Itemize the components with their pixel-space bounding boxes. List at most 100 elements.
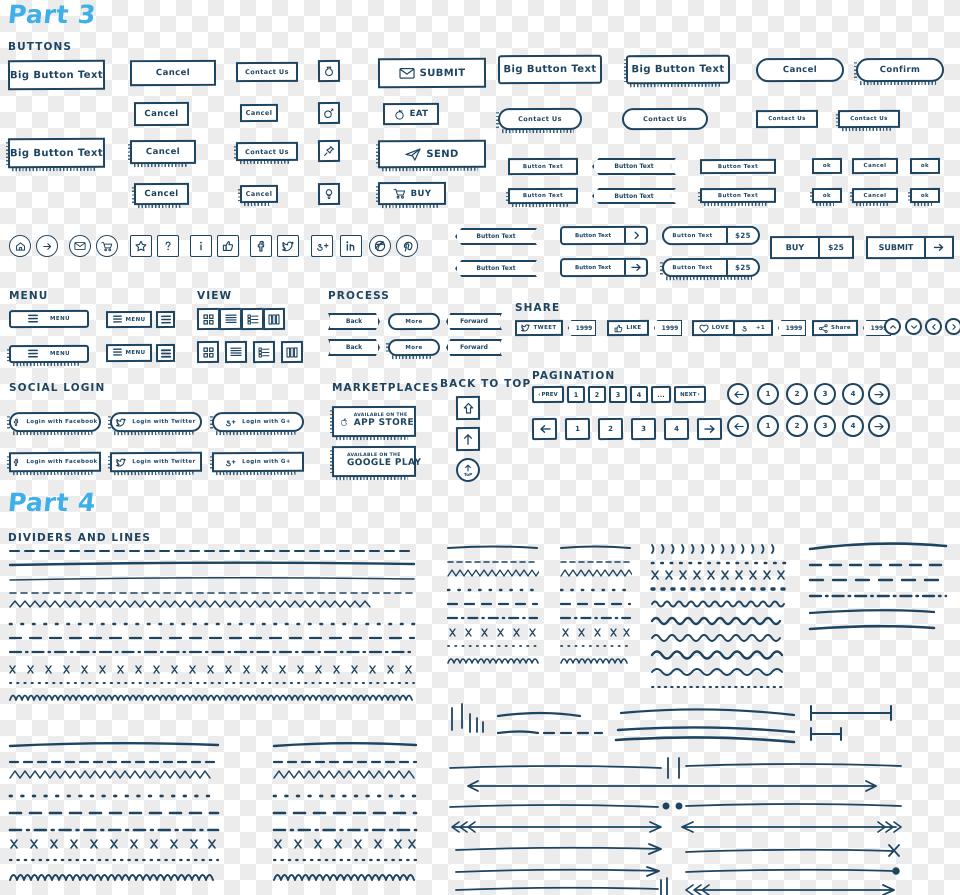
button-text-flat[interactable]: Button Text: [699, 158, 777, 175]
process-more-button-sketch[interactable]: More: [387, 338, 441, 357]
gplus-one-button[interactable]: +1: [732, 319, 774, 337]
cancel-button-pill[interactable]: Cancel: [755, 57, 845, 83]
process-forward-button[interactable]: Forward: [446, 313, 502, 330]
login-gplus-button-pill[interactable]: Login with G+: [211, 411, 305, 433]
ok-button[interactable]: ok: [811, 157, 843, 175]
cancel-button[interactable]: Cancel: [129, 59, 217, 87]
ok-button-2-sketch[interactable]: ok: [909, 187, 941, 204]
money-bag-icon-button[interactable]: [317, 59, 341, 83]
pagination-circle-3-b[interactable]: 3: [813, 414, 837, 438]
big-button[interactable]: Big Button Text: [7, 59, 106, 91]
star-icon-button[interactable]: [130, 235, 152, 257]
chevron-right-circle-button[interactable]: [944, 317, 960, 336]
button-text-chevron-price-row[interactable]: Button Text: [455, 228, 537, 245]
pagination-page-2[interactable]: 2: [587, 385, 607, 404]
menu-icon-button[interactable]: [155, 310, 176, 329]
contact-us-pill-sketch[interactable]: Contact Us: [497, 107, 583, 131]
view-columns-button-sketch[interactable]: [280, 340, 304, 364]
pin-icon-button[interactable]: [317, 139, 341, 163]
menu-button-compact[interactable]: MENU: [105, 310, 153, 329]
process-forward-button-sketch[interactable]: Forward: [446, 339, 502, 356]
cancel-button-sketch[interactable]: Cancel: [129, 139, 197, 165]
login-gplus-button-rect[interactable]: Login with G+: [211, 451, 305, 473]
login-twitter-button-pill[interactable]: Login with Twitter: [109, 411, 203, 433]
login-twitter-button-rect[interactable]: Login with Twitter: [109, 451, 203, 473]
google-play-badge[interactable]: AVAILABLE ON THE GOOGLE PLAY: [331, 445, 421, 478]
view-columns-button[interactable]: [262, 307, 286, 331]
login-facebook-button-rect[interactable]: Login with Facebook: [8, 451, 102, 473]
pagination-page-1-large[interactable]: 1: [564, 417, 591, 441]
contact-us-rect-sketch[interactable]: Contact Us: [837, 109, 901, 129]
cancel-button-tiny-sketch[interactable]: Cancel: [239, 184, 279, 204]
pagination-page-2-large[interactable]: 2: [597, 417, 624, 441]
pagination-circle-2-b[interactable]: 2: [785, 414, 809, 438]
view-grid-button[interactable]: [196, 307, 220, 331]
button-text-arrow-split[interactable]: Button Text: [559, 225, 649, 246]
facebook-icon-button[interactable]: [250, 235, 272, 257]
button-text-arrow-split-sketch[interactable]: Button Text: [559, 257, 649, 278]
menu-button-wide-sketch[interactable]: MENU: [8, 344, 90, 364]
view-list-button[interactable]: [218, 307, 242, 331]
login-facebook-button-pill[interactable]: Login with Facebook: [8, 411, 102, 433]
question-icon-button[interactable]: [157, 235, 179, 257]
buy-price-button[interactable]: BUY $25: [769, 235, 855, 260]
pagination-circle-3[interactable]: 3: [813, 382, 837, 406]
button-text-price-sketch[interactable]: Button Text $25: [661, 257, 761, 278]
home-icon-button[interactable]: [9, 235, 31, 257]
arrow-right-circle-icon-button[interactable]: [36, 235, 58, 257]
google-plus-icon-button[interactable]: [311, 235, 333, 257]
like-button[interactable]: LIKE: [606, 319, 650, 337]
button-text-rect[interactable]: Button Text: [507, 157, 579, 176]
back-to-top-fat-arrow-button[interactable]: [455, 395, 481, 421]
app-store-badge[interactable]: AVAILABLE ON THE APP STORE: [331, 405, 417, 438]
ok-button-sketch[interactable]: ok: [811, 187, 843, 204]
cancel-button-mini-sketch[interactable]: Cancel: [851, 187, 899, 204]
pagination-arrow-right-button[interactable]: [696, 417, 723, 441]
process-more-button[interactable]: More: [387, 312, 441, 331]
menu-button-compact-2[interactable]: MENU: [105, 343, 153, 363]
eat-button[interactable]: EAT: [382, 102, 440, 126]
menu-icon-button-2[interactable]: [155, 343, 176, 363]
pagination-arrow-left-button[interactable]: [531, 417, 558, 441]
submit-arrow-button[interactable]: SUBMIT: [865, 235, 955, 260]
twitter-icon-button[interactable]: [277, 235, 299, 257]
pagination-circle-arrow-right[interactable]: [867, 382, 891, 406]
linkedin-icon-button[interactable]: [340, 235, 362, 257]
contact-us-pill[interactable]: Contact Us: [621, 107, 709, 131]
menu-button-wide[interactable]: MENU: [8, 309, 90, 329]
pagination-circle-arrow-left[interactable]: [726, 382, 750, 406]
thumbs-up-icon-button[interactable]: [217, 235, 239, 257]
pagination-ellipsis[interactable]: ...: [650, 385, 672, 404]
back-to-top-circle-button[interactable]: ToP: [455, 457, 481, 483]
tweet-button[interactable]: TWEET: [514, 319, 564, 337]
button-text-chevron-price-row-2[interactable]: Button Text: [455, 260, 537, 277]
pagination-circle-2[interactable]: 2: [785, 382, 809, 406]
pagination-circle-4[interactable]: 4: [841, 382, 865, 406]
envelope-icon-button[interactable]: [69, 235, 91, 257]
cancel-button-sketch-small[interactable]: Cancel: [133, 182, 190, 206]
send-button[interactable]: SEND: [377, 139, 487, 169]
chevron-up-circle-button[interactable]: [883, 317, 902, 336]
chevron-down-circle-button[interactable]: [904, 317, 923, 336]
pagination-circle-arrow-left-2[interactable]: [726, 414, 750, 438]
pagination-next-button[interactable]: NEXT ›: [673, 385, 707, 404]
button-text-flat-sketch[interactable]: Button Text: [699, 187, 777, 204]
confirm-button-pill[interactable]: Confirm: [855, 57, 945, 83]
pagination-circle-1[interactable]: 1: [756, 382, 780, 406]
pagination-prev-button[interactable]: ‹ PREV: [531, 385, 565, 404]
share-button[interactable]: Share: [811, 319, 859, 337]
pagination-page-4-large[interactable]: 4: [663, 417, 690, 441]
bulb-icon-button[interactable]: [317, 182, 341, 206]
pagination-page-1[interactable]: 1: [566, 385, 586, 404]
pagination-circle-4-b[interactable]: 4: [841, 414, 865, 438]
submit-button[interactable]: SUBMIT: [377, 57, 487, 89]
cart-icon-button[interactable]: [96, 235, 118, 257]
button-text-price[interactable]: Button Text $25: [661, 225, 761, 246]
contact-us-rect[interactable]: Contact Us: [755, 109, 819, 129]
contact-us-button[interactable]: Contact Us: [235, 61, 299, 83]
big-button-rounded[interactable]: Big Button Text: [497, 54, 603, 85]
ring-icon-button[interactable]: [317, 101, 341, 125]
button-text-chevron[interactable]: Button Text: [592, 158, 676, 175]
big-button-rounded-sketch[interactable]: Big Button Text: [625, 54, 731, 85]
pagination-circle-arrow-right-2[interactable]: [867, 414, 891, 438]
